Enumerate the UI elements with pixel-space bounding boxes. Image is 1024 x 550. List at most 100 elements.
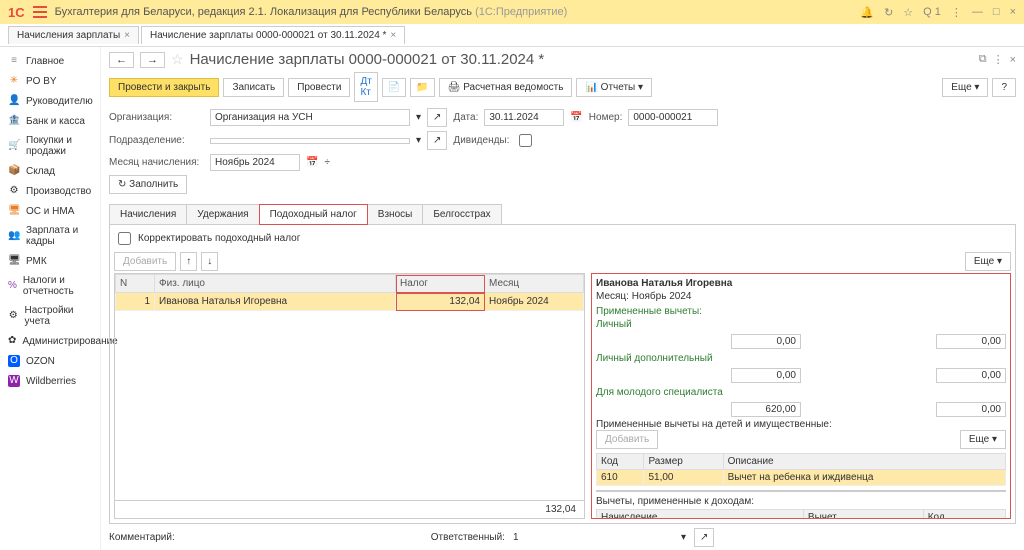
tab-deductions[interactable]: Удержания <box>186 204 259 225</box>
dept-dropdown-icon[interactable]: ▾ <box>416 135 421 146</box>
fill-button[interactable]: ↻ Заполнить <box>109 175 187 194</box>
col-month: Месяц <box>485 275 584 293</box>
dividends-checkbox[interactable] <box>519 134 532 147</box>
sidebar-item-ozon[interactable]: OOZON <box>0 351 100 371</box>
table-row[interactable]: 1 Иванова Наталья Игоревна 132,04 Ноябрь… <box>116 293 584 311</box>
dt-icon-button[interactable]: ДтКт <box>354 72 377 102</box>
help-button[interactable]: ? <box>992 78 1016 97</box>
num-input[interactable]: 0000-000021 <box>628 109 718 126</box>
gear-icon: ⚙ <box>8 310 18 322</box>
menu-icon[interactable] <box>33 5 47 19</box>
move-up-button[interactable]: ↑ <box>180 252 197 271</box>
calendar-icon[interactable]: 📅 <box>570 112 582 123</box>
run-button[interactable]: Провести <box>288 78 350 97</box>
calendar-icon[interactable]: 📅 <box>306 157 318 168</box>
run-close-button[interactable]: Провести и закрыть <box>109 78 219 97</box>
window-link-icon[interactable]: ⧉ <box>979 53 987 66</box>
income-deductions-title: Вычеты, примененные к доходам: <box>596 496 1006 507</box>
tab-belgosstrakh[interactable]: Белгосстрах <box>422 204 501 225</box>
personal-add-val1[interactable]: 0,00 <box>731 368 801 383</box>
resp-open-button[interactable]: ↗ <box>694 528 714 547</box>
young-label: Для молодого специалиста <box>596 387 723 398</box>
people-icon: 👥 <box>8 230 20 242</box>
month-stepper[interactable]: ÷ <box>324 157 330 168</box>
ozon-icon: O <box>8 355 20 367</box>
dept-open-button[interactable]: ↗ <box>427 131 447 150</box>
deduction-row[interactable]: 610 51,00 Вычет на ребенка и иждивенца <box>597 470 1006 486</box>
add-row-button[interactable]: Добавить <box>114 252 176 271</box>
sidebar-item-rmk[interactable]: 🖥РМК <box>0 251 100 271</box>
nav-back-button[interactable]: ← <box>109 52 134 68</box>
close-icon[interactable]: × <box>1010 54 1016 66</box>
date-input[interactable]: 30.11.2024 <box>484 109 564 126</box>
move-down-button[interactable]: ↓ <box>201 252 218 271</box>
month-input[interactable]: Ноябрь 2024 <box>210 154 300 171</box>
tab-close-icon[interactable]: × <box>124 30 130 41</box>
col-tax: Налог <box>396 275 485 293</box>
resp-label: Ответственный: <box>431 532 505 543</box>
sidebar-item-wb[interactable]: WWildberries <box>0 371 100 391</box>
sidebar-item-assets[interactable]: 🖥ОС и НМА <box>0 201 100 221</box>
favorite-icon[interactable]: ☆ <box>171 51 184 68</box>
personal-add-val2[interactable]: 0,00 <box>936 368 1006 383</box>
tab-accruals[interactable]: Начисления <box>109 204 187 225</box>
asterisk-icon: ✳ <box>8 75 20 87</box>
date-label: Дата: <box>453 112 478 123</box>
reports-button[interactable]: 📊 Отчеты ▾ <box>576 78 652 97</box>
add-deduction-button[interactable]: Добавить <box>596 430 658 449</box>
sidebar-item-settings[interactable]: ⚙Настройки учета <box>0 301 100 331</box>
monitor-icon: 🖥 <box>8 205 20 217</box>
wb-icon: W <box>8 375 20 387</box>
sidebar-item-tax[interactable]: %Налоги и отчетность <box>0 271 100 301</box>
close-icon[interactable]: × <box>1010 6 1016 19</box>
org-dropdown-icon[interactable]: ▾ <box>416 112 421 123</box>
tab-contributions[interactable]: Взносы <box>367 204 424 225</box>
history-icon[interactable]: ↻ <box>884 6 893 19</box>
folder-icon-button[interactable]: 📁 <box>410 78 434 97</box>
personal-val1[interactable]: 0,00 <box>731 334 801 349</box>
young-val2[interactable]: 0,00 <box>936 402 1006 417</box>
sidebar-item-stock[interactable]: 📦Склад <box>0 161 100 181</box>
detail-month-value: Ноябрь 2024 <box>632 291 692 302</box>
nav-fwd-button[interactable]: → <box>140 52 165 68</box>
deductions-more-button[interactable]: Еще ▾ <box>960 430 1006 449</box>
sidebar-item-admin[interactable]: ✿Администрирование <box>0 331 100 351</box>
sidebar-item-trade[interactable]: 🛒Покупки и продажи <box>0 131 100 161</box>
personal-val2[interactable]: 0,00 <box>936 334 1006 349</box>
young-val1[interactable]: 620,00 <box>731 402 801 417</box>
correct-tax-checkbox[interactable] <box>118 232 131 245</box>
more-button[interactable]: Еще ▾ <box>942 78 988 97</box>
col-code: Код <box>597 454 644 470</box>
col-n: N <box>116 275 155 293</box>
sidebar-item-prod[interactable]: ⚙Производство <box>0 181 100 201</box>
more-icon[interactable]: ⋮ <box>993 53 1004 66</box>
children-deductions-title: Примененные вычеты на детей и имуществен… <box>596 419 1006 430</box>
bell-icon[interactable]: 🔔 <box>860 6 874 19</box>
org-input[interactable]: Организация на УСН <box>210 109 410 126</box>
resp-dropdown-icon[interactable]: ▾ <box>681 532 686 543</box>
max-icon[interactable]: □ <box>993 6 1000 19</box>
star-icon[interactable]: ☆ <box>903 6 913 19</box>
tab-close-icon[interactable]: × <box>390 30 396 41</box>
sidebar-item-main[interactable]: ≡Главное <box>0 51 100 71</box>
settings-icon[interactable]: ⋮ <box>951 6 962 19</box>
col-person: Физ. лицо <box>155 275 396 293</box>
box-icon: 📦 <box>8 165 20 177</box>
list-icon: ≡ <box>8 55 20 67</box>
sidebar-item-poby[interactable]: ✳PO BY <box>0 71 100 91</box>
document-icon-button[interactable]: 📄 <box>382 78 406 97</box>
tab-payroll-doc[interactable]: Начисление зарплаты 0000-000021 от 30.11… <box>141 26 405 44</box>
sidebar-item-manager[interactable]: 👤Руководителю <box>0 91 100 111</box>
dept-input[interactable] <box>210 138 410 144</box>
write-button[interactable]: Записать <box>223 78 284 97</box>
table-more-button[interactable]: Еще ▾ <box>965 252 1011 271</box>
payslip-button[interactable]: 🖨 Расчетная ведомость <box>439 78 573 97</box>
sidebar-item-payroll[interactable]: 👥Зарплата и кадры <box>0 221 100 251</box>
org-open-button[interactable]: ↗ <box>427 108 447 127</box>
chat-icon[interactable]: Q 1 <box>923 6 941 19</box>
sidebar-item-bank[interactable]: 🏦Банк и касса <box>0 111 100 131</box>
tab-income-tax[interactable]: Подоходный налог <box>259 204 368 225</box>
min-icon[interactable]: — <box>972 6 983 19</box>
tab-payroll-list[interactable]: Начисления зарплаты × <box>8 26 139 44</box>
resp-input[interactable]: 1 <box>513 532 673 543</box>
